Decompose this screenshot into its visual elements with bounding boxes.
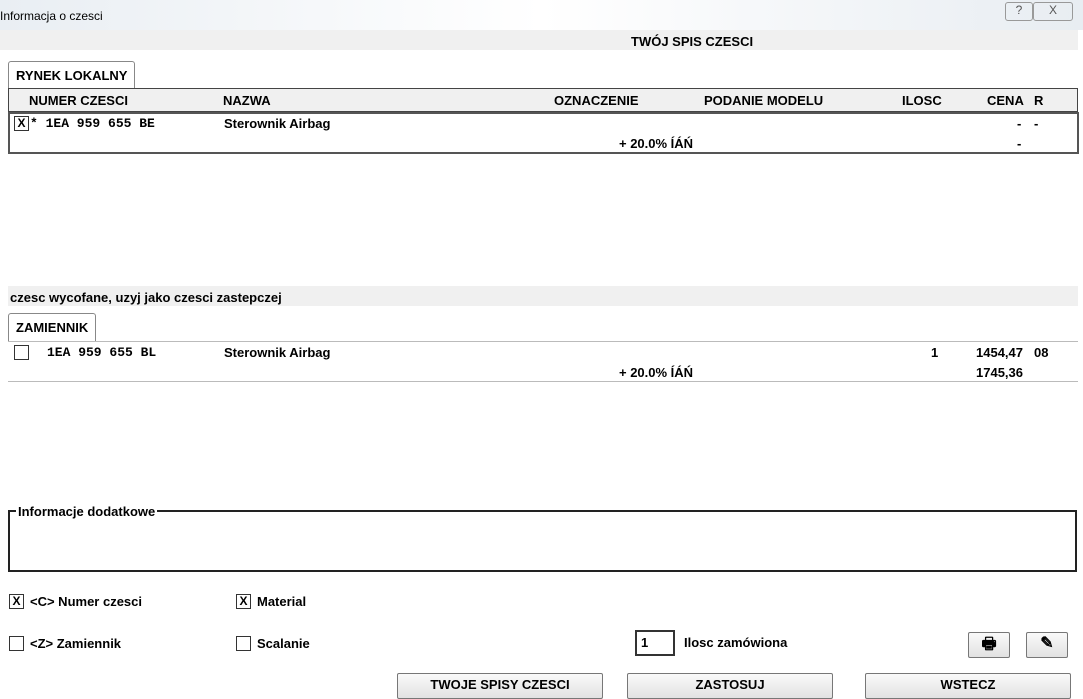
sub-part-name: Sterownik Airbag bbox=[224, 345, 331, 360]
part-number: * 1EA 959 655 BE bbox=[30, 116, 155, 131]
price-gross: - bbox=[1017, 136, 1022, 151]
print-button[interactable]: 🖶 bbox=[968, 632, 1010, 658]
qty-label: Ilosc zamówiona bbox=[684, 635, 788, 650]
r-value: - bbox=[1034, 116, 1039, 131]
numer-label: <C> Numer czesci bbox=[30, 594, 143, 609]
sub-qty: 1 bbox=[931, 345, 939, 360]
tab-zamiennik[interactable]: ZAMIENNIK bbox=[8, 313, 97, 341]
edit-icon: ✎ bbox=[1040, 635, 1054, 652]
edit-button[interactable]: ✎ bbox=[1026, 632, 1068, 658]
page-title: TWÓJ SPIS CZESCI bbox=[631, 34, 754, 49]
col-nazwa: NAZWA bbox=[223, 93, 271, 108]
col-cena: CENA bbox=[987, 93, 1024, 108]
col-numer: NUMER CZESCI bbox=[29, 93, 128, 108]
zastosuj-button[interactable]: ZASTOSUJ bbox=[627, 673, 833, 699]
col-ilosc: ILOSC bbox=[902, 93, 942, 108]
row-checkbox[interactable]: X bbox=[14, 116, 29, 131]
divider bbox=[8, 381, 1078, 382]
scalanie-checkbox[interactable] bbox=[236, 636, 251, 651]
part-name: Sterownik Airbag bbox=[224, 116, 331, 131]
col-oznaczenie: OZNACZENIE bbox=[554, 93, 639, 108]
info-label: Informacje dodatkowe bbox=[16, 504, 158, 519]
printer-icon: 🖶 bbox=[981, 636, 997, 653]
header-band bbox=[0, 30, 1078, 50]
window-title: Informacja o czesci bbox=[0, 9, 103, 23]
zamiennik-label: <Z> Zamiennik bbox=[30, 636, 122, 651]
material-checkbox[interactable]: X bbox=[236, 594, 251, 609]
divider bbox=[8, 341, 1078, 342]
sub-vat: + 20.0% ÍÁŃ bbox=[619, 365, 694, 380]
twoje-spisy-button[interactable]: TWOJE SPISY CZESCI bbox=[397, 673, 603, 699]
sub-r: 08 bbox=[1034, 345, 1049, 360]
help-button[interactable]: ? bbox=[1005, 2, 1033, 21]
wstecz-button[interactable]: WSTECZ bbox=[865, 673, 1071, 699]
qty-input[interactable]: 1 bbox=[635, 630, 675, 656]
col-r: R bbox=[1034, 93, 1044, 108]
price: - bbox=[1017, 116, 1022, 131]
sub-price-gross: 1745,36 bbox=[976, 365, 1023, 380]
sub-price: 1454,47 bbox=[976, 345, 1023, 360]
material-label: Material bbox=[257, 594, 307, 609]
vat-note: + 20.0% ÍÁŃ bbox=[619, 136, 694, 151]
title-bar: Informacja o czesci ? X bbox=[0, 0, 1083, 30]
col-podanie: PODANIE MODELU bbox=[704, 93, 824, 108]
numer-checkbox[interactable]: X bbox=[9, 594, 24, 609]
zamiennik-checkbox[interactable] bbox=[9, 636, 24, 651]
info-box bbox=[8, 510, 1077, 572]
close-button[interactable]: X bbox=[1033, 2, 1073, 21]
notice-text: czesc wycofane, uzyj jako czesci zastepc… bbox=[10, 290, 282, 305]
tab-rynek-lokalny[interactable]: RYNEK LOKALNY bbox=[8, 61, 136, 89]
sub-part-number: 1EA 959 655 BL bbox=[47, 345, 157, 360]
scalanie-label: Scalanie bbox=[257, 636, 310, 651]
table-row[interactable] bbox=[8, 112, 1079, 154]
sub-row-checkbox[interactable] bbox=[14, 345, 29, 360]
